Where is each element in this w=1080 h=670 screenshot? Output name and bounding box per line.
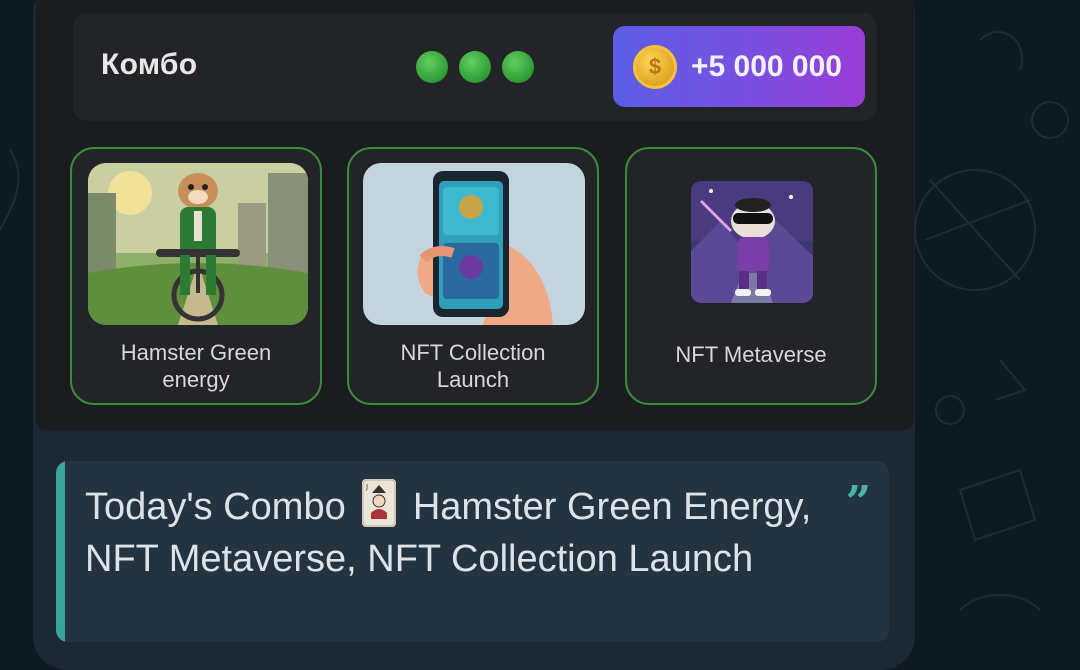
combo-progress-dots bbox=[416, 51, 534, 83]
hamster-cyclist-image bbox=[88, 163, 308, 325]
combo-card-nft-metaverse[interactable]: NFT Metaverse bbox=[625, 147, 877, 405]
message-prefix: Today's Combo bbox=[85, 486, 346, 528]
coin-icon: $ bbox=[633, 44, 677, 89]
progress-dot bbox=[502, 51, 534, 83]
combo-card-nft-collection-launch[interactable]: NFT Collection Launch bbox=[347, 147, 599, 405]
combo-card-hamster-green-energy[interactable]: Hamster Green energy bbox=[70, 147, 322, 405]
phone-nft-image bbox=[363, 163, 585, 325]
progress-dot bbox=[459, 51, 491, 83]
combo-message-quote: Today's Combo J Hamster Green Energy, NF… bbox=[56, 461, 889, 642]
quote-icon: ” bbox=[845, 477, 871, 528]
progress-dot bbox=[416, 51, 448, 83]
card-label: Hamster Green energy bbox=[120, 340, 272, 392]
quote-accent-bar bbox=[56, 461, 65, 642]
hamster-metaverse-image bbox=[691, 181, 813, 303]
combo-title: Комбо bbox=[101, 48, 198, 81]
reward-amount: +5 000 000 bbox=[691, 49, 842, 83]
combo-message-text: Today's Combo J Hamster Green Energy, NF… bbox=[85, 479, 845, 585]
card-label: NFT Collection Launch bbox=[400, 340, 546, 392]
svg-text:J: J bbox=[365, 483, 368, 491]
card-label: NFT Metaverse bbox=[675, 342, 827, 367]
joker-card-icon: J bbox=[362, 479, 397, 527]
reward-badge: $ +5 000 000 bbox=[613, 26, 865, 107]
